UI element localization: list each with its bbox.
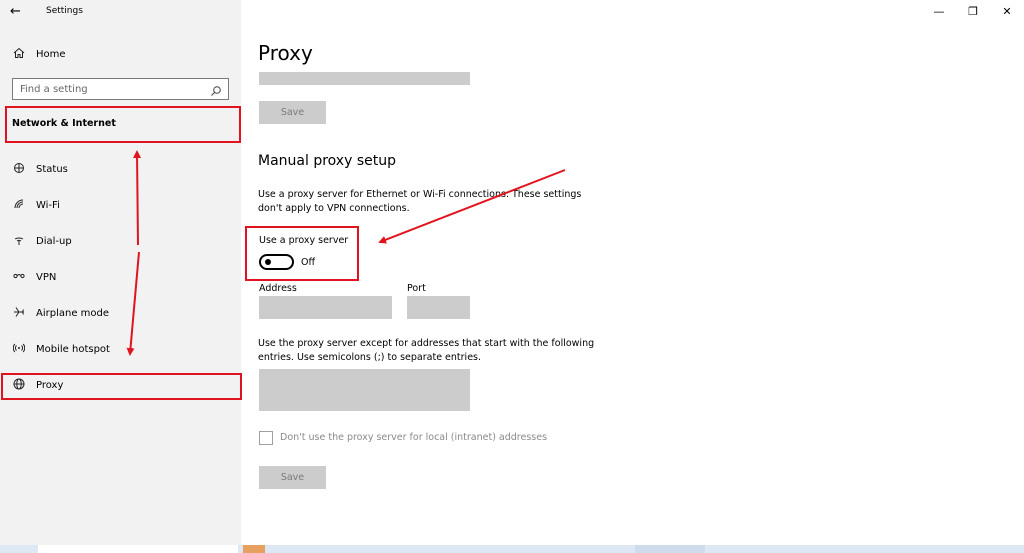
restore-button[interactable]: ❐ <box>956 0 990 24</box>
home-icon <box>12 47 26 62</box>
taskbar <box>0 545 1024 553</box>
sidebar-item-home[interactable]: Home <box>0 42 241 66</box>
manual-proxy-heading: Manual proxy setup <box>258 153 396 169</box>
search-box[interactable] <box>12 78 229 100</box>
exceptions-textarea[interactable] <box>259 369 470 411</box>
toggle-state-label: Off <box>301 257 316 268</box>
manual-save-button[interactable]: Save <box>259 466 326 489</box>
use-proxy-toggle[interactable] <box>259 254 294 270</box>
sidebar-item-label: Proxy <box>36 379 64 391</box>
section-heading: Network & Internet <box>12 118 116 129</box>
local-bypass-checkbox[interactable] <box>259 431 273 445</box>
app-title: Settings <box>46 6 83 16</box>
main-content: — ❐ ✕ Proxy Save Manual proxy setup Use … <box>241 0 1024 545</box>
auto-save-button[interactable]: Save <box>259 101 326 124</box>
sidebar-item-label: Status <box>36 163 68 175</box>
sidebar-item-mobile-hotspot[interactable]: Mobile hotspot <box>0 337 241 361</box>
minimize-button[interactable]: — <box>922 0 956 24</box>
script-address-field[interactable] <box>259 72 470 85</box>
address-label: Address <box>259 283 297 294</box>
taskbar-tray-area <box>635 545 705 553</box>
titlebar-left: ← Settings <box>0 0 241 24</box>
status-icon <box>12 162 26 177</box>
dialup-icon <box>12 234 26 249</box>
vpn-icon <box>12 270 26 285</box>
page-title: Proxy <box>258 41 313 65</box>
search-input[interactable] <box>13 79 203 99</box>
sidebar-item-wifi[interactable]: Wi-Fi <box>0 193 241 217</box>
port-input[interactable] <box>407 296 470 319</box>
manual-proxy-description: Use a proxy server for Ethernet or Wi-Fi… <box>258 189 582 214</box>
sidebar-item-label: Wi-Fi <box>36 199 60 211</box>
window-controls: — ❐ ✕ <box>922 0 1024 24</box>
exceptions-description: Use the proxy server except for addresse… <box>258 338 595 363</box>
back-arrow-icon[interactable]: ← <box>10 4 26 20</box>
sidebar-item-dialup[interactable]: Dial-up <box>0 229 241 253</box>
sidebar: ← Settings Home Network & Internet Statu… <box>0 0 241 553</box>
port-label: Port <box>407 283 426 294</box>
sidebar-item-proxy[interactable]: Proxy <box>0 373 241 397</box>
use-proxy-label: Use a proxy server <box>259 235 349 246</box>
sidebar-item-label: VPN <box>36 271 57 283</box>
sidebar-item-airplane-mode[interactable]: Airplane mode <box>0 301 241 325</box>
airplane-icon <box>12 306 26 321</box>
globe-icon <box>12 378 26 393</box>
taskbar-app-icon[interactable] <box>243 545 265 553</box>
taskbar-search-area[interactable] <box>38 545 238 553</box>
toggle-knob <box>265 259 271 265</box>
sidebar-item-vpn[interactable]: VPN <box>0 265 241 289</box>
sidebar-item-label: Home <box>36 48 66 60</box>
sidebar-item-label: Airplane mode <box>36 307 110 319</box>
local-bypass-label: Don't use the proxy server for local (in… <box>280 432 548 443</box>
sidebar-item-status[interactable]: Status <box>0 157 241 181</box>
hotspot-icon <box>12 342 26 357</box>
close-button[interactable]: ✕ <box>990 0 1024 24</box>
sidebar-item-label: Dial-up <box>36 235 72 247</box>
search-icon[interactable] <box>210 82 222 96</box>
address-input[interactable] <box>259 296 392 319</box>
sidebar-item-label: Mobile hotspot <box>36 343 110 355</box>
wifi-icon <box>12 198 26 213</box>
